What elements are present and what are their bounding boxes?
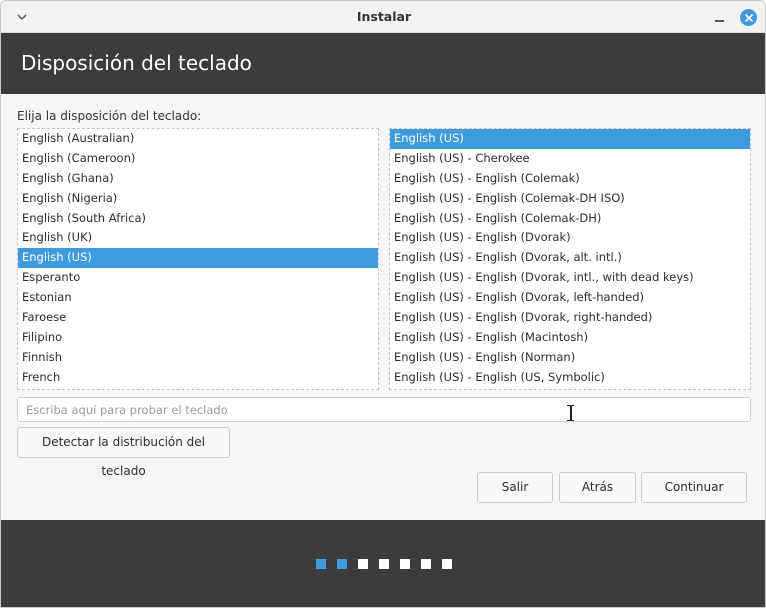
variant-list-item[interactable]: English (US) xyxy=(390,129,750,149)
layout-list-item[interactable]: Estonian xyxy=(18,288,378,308)
keyboard-layout-list[interactable]: English (Australian) English (Cameroon) En… xyxy=(17,128,379,390)
layout-list-item[interactable]: French xyxy=(18,368,378,388)
progress-step-dot xyxy=(400,559,410,569)
progress-step-dot xyxy=(358,559,368,569)
title-bar: Instalar xyxy=(1,1,765,33)
progress-footer xyxy=(1,520,765,607)
close-icon[interactable] xyxy=(740,9,757,26)
detect-layout-button[interactable]: Detectar la distribución del teclado xyxy=(17,427,230,478)
layout-list-item[interactable]: English (Nigeria) xyxy=(18,189,378,209)
layout-list-item[interactable]: English (UK) xyxy=(18,228,378,248)
variant-list-item[interactable]: English (US) - English (Dvorak) xyxy=(390,228,750,248)
progress-step-dot xyxy=(442,559,452,569)
variant-list-item[interactable]: English (US) - English (Colemak-DH) xyxy=(390,209,750,229)
variant-list-item[interactable]: English (US) - English (Colemak) xyxy=(390,169,750,189)
continue-button[interactable]: Continuar xyxy=(641,472,747,503)
variant-list-item[interactable]: English (US) - English (Dvorak, intl., w… xyxy=(390,268,750,288)
installer-window: Instalar Disposición del teclado Elija l… xyxy=(0,0,766,608)
variant-list-item[interactable]: English (US) - English (Macintosh) xyxy=(390,328,750,348)
layout-list-item[interactable]: English (Ghana) xyxy=(18,169,378,189)
layout-prompt-label: Elija la disposición del teclado: xyxy=(17,109,202,123)
variant-list-item[interactable]: English (US) - English (Colemak-DH ISO) xyxy=(390,189,750,209)
layout-list-item[interactable]: English (Australian) xyxy=(18,129,378,149)
keyboard-test-input[interactable] xyxy=(17,397,751,422)
progress-step-dot xyxy=(337,559,347,569)
variant-list-item[interactable]: English (US) - English (US, Symbolic) xyxy=(390,368,750,388)
main-content: Elija la disposición del teclado: Englis… xyxy=(1,94,765,520)
progress-step-dot xyxy=(316,559,326,569)
back-button[interactable]: Atrás xyxy=(559,472,636,503)
progress-step-dot xyxy=(379,559,389,569)
keyboard-variant-list[interactable]: English (US) English (US) - Cherokee Engli… xyxy=(389,128,751,390)
progress-step-dot xyxy=(421,559,431,569)
progress-steps xyxy=(316,559,452,569)
layout-list-item[interactable]: Finnish xyxy=(18,348,378,368)
variant-list-item[interactable]: English (US) - English (Dvorak, left-han… xyxy=(390,288,750,308)
layout-list-item[interactable]: English (Cameroon) xyxy=(18,149,378,169)
quit-button[interactable]: Salir xyxy=(477,472,553,503)
text-cursor-icon xyxy=(566,405,575,421)
page-header: Disposición del teclado xyxy=(1,33,765,94)
layout-list-item[interactable]: Filipino xyxy=(18,328,378,348)
minimize-icon[interactable] xyxy=(712,9,728,25)
variant-list-item[interactable]: English (US) - English (Norman) xyxy=(390,348,750,368)
variant-list-item[interactable]: English (US) - English (Dvorak, alt. int… xyxy=(390,248,750,268)
page-title: Disposición del teclado xyxy=(21,51,252,75)
variant-list-item[interactable]: English (US) - English (Dvorak, right-ha… xyxy=(390,308,750,328)
layout-list-item[interactable]: Esperanto xyxy=(18,268,378,288)
window-title: Instalar xyxy=(356,9,412,24)
layout-list-item[interactable]: English (South Africa) xyxy=(18,209,378,229)
layout-list-item[interactable]: Faroese xyxy=(18,308,378,328)
layout-list-item[interactable]: English (US) xyxy=(18,248,378,269)
variant-list-item[interactable]: English (US) - Cherokee xyxy=(390,149,750,169)
